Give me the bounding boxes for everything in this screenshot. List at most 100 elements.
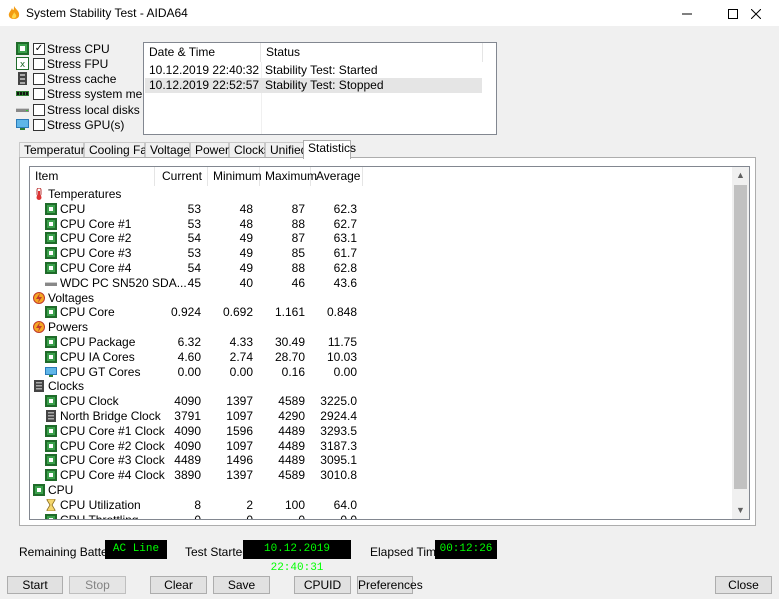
stress-fpu-checkbox[interactable] (33, 58, 45, 70)
minimum-value: 0.00 (229, 364, 253, 379)
table-row[interactable]: CPU Package 6.32 4.33 30.49 11.75 (30, 335, 736, 350)
item-label: North Bridge Clock (60, 409, 161, 423)
table-row[interactable]: CPU Core #3 53 49 85 61.7 (30, 246, 736, 261)
stress-cpu-checkbox[interactable]: ✓ (33, 43, 45, 55)
table-row[interactable]: CPU IA Cores 4.60 2.74 28.70 10.03 (30, 350, 736, 365)
col-header-current[interactable]: Current (155, 167, 208, 186)
event-log-list[interactable]: Date & Time Status 10.12.2019 22:40:32 S… (143, 42, 497, 135)
item-label: CPU (60, 201, 86, 216)
scroll-up-arrow-icon[interactable]: ▲ (732, 167, 749, 184)
save-button[interactable]: Save (213, 576, 270, 594)
scroll-thumb[interactable] (734, 185, 747, 489)
log-time: 10.12.2019 22:40:32 (149, 63, 260, 77)
test-started-value: 10.12.2019 22:40:31 (243, 540, 351, 574)
close-icon (750, 8, 762, 20)
cpu-chip-icon (45, 469, 57, 482)
table-row[interactable]: CPU Core #3 Clock 4489 1496 4489 3095.1 (30, 453, 736, 468)
average-value: 64.0 (333, 497, 357, 512)
clear-button[interactable]: Clear (150, 576, 207, 594)
current-value: 4489 (174, 453, 201, 468)
average-value: 11.75 (327, 335, 357, 349)
table-row[interactable]: WDC PC SN520 SDA... 45 40 46 43.6 (30, 276, 736, 291)
tab-powers[interactable]: Powers (190, 142, 235, 158)
cpu-chip-icon (45, 395, 57, 408)
minimum-value: 49 (239, 231, 253, 246)
cpu-chip-icon (45, 262, 57, 274)
close-window-button[interactable] (733, 0, 779, 26)
vertical-scrollbar[interactable]: ▲ ▼ (732, 167, 749, 519)
table-row[interactable]: CPU GT Cores 0.00 0.00 0.16 0.00 (30, 365, 736, 380)
start-button[interactable]: Start (7, 576, 63, 594)
current-value: 8 (194, 497, 201, 512)
table-row[interactable]: CPU Core #1 Clock 4090 1596 4489 3293.5 (30, 424, 736, 439)
maximum-value: 0.16 (281, 364, 305, 379)
table-group-row[interactable]: Voltages (30, 291, 736, 306)
maximum-value: 4489 (278, 423, 305, 438)
cpuid-button[interactable]: CPUID (294, 576, 351, 594)
log-header-datetime[interactable]: Date & Time (144, 43, 261, 62)
item-label: CPU Core #1 (60, 216, 132, 231)
table-row[interactable]: CPU Clock 4090 1397 4589 3225.0 (30, 394, 736, 409)
scroll-down-arrow-icon[interactable]: ▼ (732, 502, 749, 519)
col-header-item[interactable]: Item (30, 167, 155, 186)
table-row[interactable]: CPU Core 0.924 0.692 1.161 0.848 (30, 305, 736, 320)
table-row[interactable]: CPU Core #2 Clock 4090 1097 4489 3187.3 (30, 439, 736, 454)
average-value: 62.7 (333, 216, 357, 231)
log-row[interactable]: 10.12.2019 22:40:32 Stability Test: Star… (145, 63, 482, 78)
current-value: 53 (187, 246, 201, 261)
average-value: 3293.5 (320, 423, 357, 438)
maximum-value: 87 (291, 231, 305, 246)
current-value: 54 (187, 261, 201, 275)
average-value: 62.3 (333, 201, 357, 216)
preferences-button[interactable]: Preferences (357, 576, 423, 594)
current-value: 3890 (174, 468, 201, 483)
log-row[interactable]: 10.12.2019 22:52:57 Stability Test: Stop… (145, 78, 482, 93)
stress-memory-checkbox[interactable] (33, 88, 45, 100)
col-header-average[interactable]: Average (311, 167, 363, 186)
stress-gpu-checkbox[interactable] (33, 119, 45, 131)
cpu-chip-icon (33, 484, 45, 496)
tab-statistics[interactable]: Statistics (303, 140, 356, 159)
tab-unified[interactable]: Unified (265, 142, 307, 158)
stress-cache-checkbox[interactable] (33, 73, 45, 85)
table-row[interactable]: CPU Core #1 53 48 88 62.7 (30, 217, 736, 232)
elapsed-time-value: 00:12:26 (435, 540, 497, 559)
minimum-value: 49 (239, 261, 253, 275)
col-header-maximum[interactable]: Maximum (260, 167, 317, 186)
current-value: 53 (187, 201, 201, 216)
cpu-chip-icon (45, 454, 57, 467)
stress-disks-checkbox[interactable] (33, 104, 45, 116)
group-label: Powers (48, 320, 89, 335)
minimum-value: 1397 (226, 468, 253, 483)
table-row[interactable]: CPU Core #4 54 49 88 62.8 (30, 261, 736, 276)
tab-clocks[interactable]: Clocks (229, 142, 270, 158)
item-label: CPU Core (60, 305, 115, 320)
minimize-button[interactable] (664, 0, 710, 26)
table-row[interactable]: CPU Throttling 0 0 0 0.0 (30, 513, 736, 519)
window-title: System Stability Test - AIDA64 (26, 6, 188, 20)
col-header-minimum[interactable]: Minimum (208, 167, 262, 186)
table-group-row[interactable]: Clocks (30, 379, 736, 394)
tab-temperatures[interactable]: Temperatures (19, 142, 97, 158)
table-group-row[interactable]: CPU (30, 483, 736, 498)
log-header-status[interactable]: Status (261, 43, 483, 62)
cpu-chip-icon (45, 247, 57, 260)
power-icon (33, 321, 45, 334)
statistics-table[interactable]: Item Current Minimum Maximum Average Tem… (29, 166, 750, 520)
remaining-battery-value: AC Line (105, 540, 167, 559)
maximum-value: 30.49 (274, 335, 305, 349)
table-row[interactable]: CPU 53 48 87 62.3 (30, 202, 736, 217)
stop-button[interactable]: Stop (69, 576, 126, 594)
table-row[interactable]: CPU Utilization 8 2 100 64.0 (30, 498, 736, 513)
tab-voltages[interactable]: Voltages (145, 142, 196, 158)
group-label: CPU (48, 483, 74, 497)
close-button[interactable]: Close (715, 576, 772, 594)
table-group-row[interactable]: Powers (30, 320, 736, 335)
table-row[interactable]: North Bridge Clock 3791 1097 4290 2924.4 (30, 409, 736, 424)
table-row[interactable]: CPU Core #2 54 49 87 63.1 (30, 231, 736, 246)
tab-cooling-fans[interactable]: Cooling Fans (84, 142, 160, 158)
cpu-chip-icon (45, 202, 57, 215)
maximum-value: 100 (284, 497, 305, 512)
table-group-row[interactable]: Temperatures (30, 187, 736, 202)
table-row[interactable]: CPU Core #4 Clock 3890 1397 4589 3010.8 (30, 468, 736, 483)
